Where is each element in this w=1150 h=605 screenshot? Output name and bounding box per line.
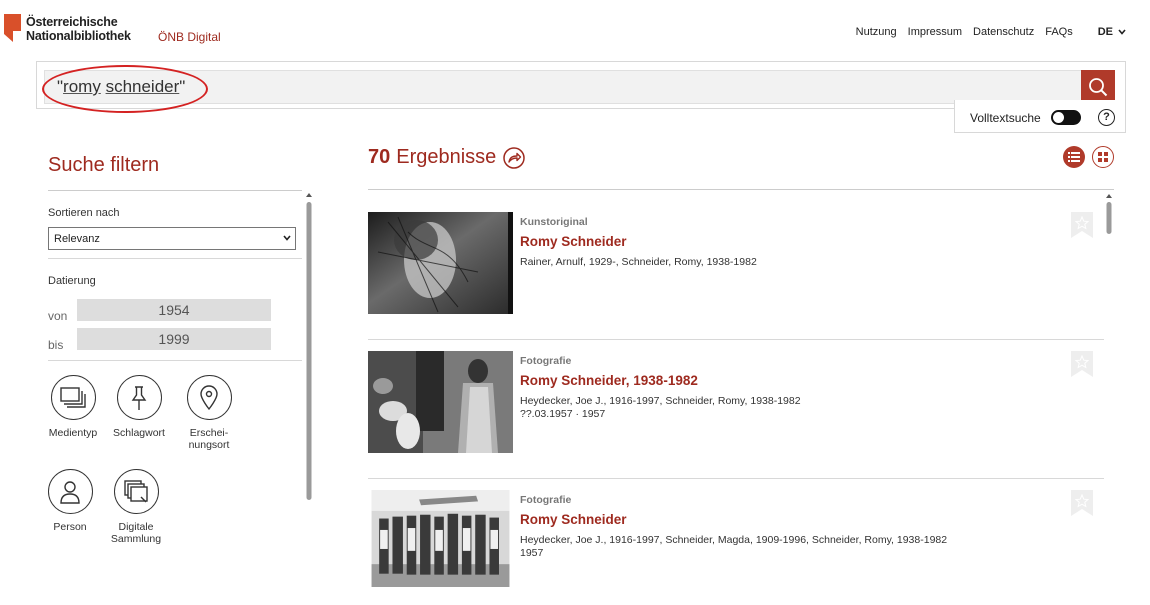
result-title[interactable]: Romy Schneider, 1938-1982: [520, 373, 698, 388]
result-thumbnail[interactable]: [368, 351, 513, 453]
result-meta: Rainer, Arnulf, 1929-, Schneider, Romy, …: [520, 256, 757, 268]
result-item: Fotografie Romy Schneider, 1938-1982 Hey…: [368, 351, 1104, 479]
facet-label: Erschei- nungsort: [169, 427, 249, 451]
pin-icon: [131, 385, 147, 410]
from-label: von: [48, 309, 68, 323]
share-icon[interactable]: [503, 146, 526, 169]
result-date: 1957: [520, 547, 544, 559]
bookmark-star-icon[interactable]: [1071, 490, 1093, 516]
help-icon[interactable]: ?: [1098, 109, 1115, 126]
nav-datenschutz[interactable]: Datenschutz: [973, 26, 1034, 38]
result-item: Kunstoriginal Romy Schneider Rainer, Arn…: [368, 212, 1104, 340]
result-meta: Heydecker, Joe J., 1916-1997, Schneider,…: [520, 534, 948, 546]
results-count: 70: [368, 146, 391, 168]
nav-faqs[interactable]: FAQs: [1045, 26, 1073, 38]
bookmark-star-icon[interactable]: [1071, 212, 1093, 238]
chevron-down-icon: [283, 235, 291, 241]
language-label: DE: [1097, 26, 1113, 38]
nav-impressum[interactable]: Impressum: [908, 26, 962, 38]
facet-label: Digitale Sammlung: [96, 521, 176, 545]
divider: [48, 360, 302, 361]
onb-logo[interactable]: Österreichische Nationalbibliothek: [4, 14, 154, 48]
results-header: 70 Ergebnisse: [368, 146, 526, 169]
facet-circle: [116, 375, 162, 420]
facet-erscheinungsort[interactable]: Erschei- nungsort: [169, 375, 249, 451]
facet-label-line-2: Sammlung: [110, 533, 162, 545]
logo-line-2: Nationalbibliothek: [26, 29, 131, 43]
person-icon: [60, 480, 80, 504]
divider: [48, 258, 302, 259]
result-date: ??.03.1957 · 1957: [520, 408, 606, 420]
filter-panel: Sortieren nach Relevanz Datierung von 19…: [47, 190, 302, 605]
facet-circle: [47, 469, 93, 514]
result-type: Fotografie: [520, 355, 572, 367]
facet-schlagwort[interactable]: Schlagwort: [99, 375, 179, 439]
results-label: Ergebnisse: [396, 146, 497, 168]
fulltext-search-box: Volltextsuche ?: [954, 100, 1126, 133]
to-label: bis: [48, 338, 64, 352]
result-type: Kunstoriginal: [520, 216, 588, 228]
onb-digital-link[interactable]: ÖNB Digital: [158, 30, 221, 44]
result-thumbnail[interactable]: [368, 490, 513, 587]
facet-circle: [113, 469, 159, 514]
facet-label-line-1: Erschei-: [189, 427, 229, 439]
logo-text: Österreichische Nationalbibliothek: [26, 15, 131, 43]
logo-flag-icon: [4, 14, 21, 42]
fulltext-toggle[interactable]: [1051, 110, 1081, 125]
date-to-input[interactable]: 1999: [77, 328, 271, 350]
grid-view-button[interactable]: [1092, 146, 1114, 168]
divider: [368, 189, 1114, 190]
sort-select[interactable]: Relevanz: [48, 227, 296, 250]
result-thumbnail[interactable]: [368, 212, 513, 314]
location-icon: [200, 384, 218, 410]
result-type: Fotografie: [520, 494, 572, 506]
facet-circle: [186, 375, 232, 420]
sort-label: Sortieren nach: [48, 207, 120, 219]
search-icon: [1089, 78, 1108, 97]
filter-scrollbar[interactable]: [305, 190, 313, 605]
result-title[interactable]: Romy Schneider: [520, 512, 627, 527]
media-type-icon: [60, 386, 86, 408]
filter-title: Suche filtern: [48, 154, 160, 176]
list-view-button[interactable]: [1063, 146, 1085, 168]
date-from-input[interactable]: 1954: [77, 299, 271, 321]
date-label: Datierung: [48, 275, 96, 287]
logo-line-1: Österreichische: [26, 15, 118, 29]
annotation-ellipse: [42, 65, 208, 113]
fulltext-label: Volltextsuche: [970, 111, 1041, 125]
bookmark-star-icon[interactable]: [1071, 351, 1093, 377]
language-selector[interactable]: DE: [1098, 26, 1126, 38]
nav-nutzung[interactable]: Nutzung: [856, 26, 897, 38]
collection-icon: [124, 479, 148, 502]
facet-label-line-1: Digitale: [118, 521, 154, 533]
grid-icon: [1098, 152, 1108, 162]
result-meta: Heydecker, Joe J., 1916-1997, Schneider,…: [520, 395, 801, 407]
facet-circle: [50, 375, 96, 420]
result-item: Fotografie Romy Schneider Heydecker, Joe…: [368, 490, 1104, 605]
sort-value: Relevanz: [54, 232, 100, 245]
facet-digitale-sammlung[interactable]: Digitale Sammlung: [96, 469, 176, 545]
results-scrollbar[interactable]: [1104, 190, 1114, 605]
list-icon: [1068, 152, 1080, 162]
result-title[interactable]: Romy Schneider: [520, 234, 627, 249]
search-button[interactable]: [1081, 70, 1115, 104]
facet-label: Schlagwort: [113, 427, 165, 439]
facet-label-line-2: nungsort: [188, 439, 230, 451]
chevron-down-icon: [1118, 29, 1126, 35]
top-navigation: Nutzung Impressum Datenschutz FAQs DE: [856, 24, 1150, 40]
